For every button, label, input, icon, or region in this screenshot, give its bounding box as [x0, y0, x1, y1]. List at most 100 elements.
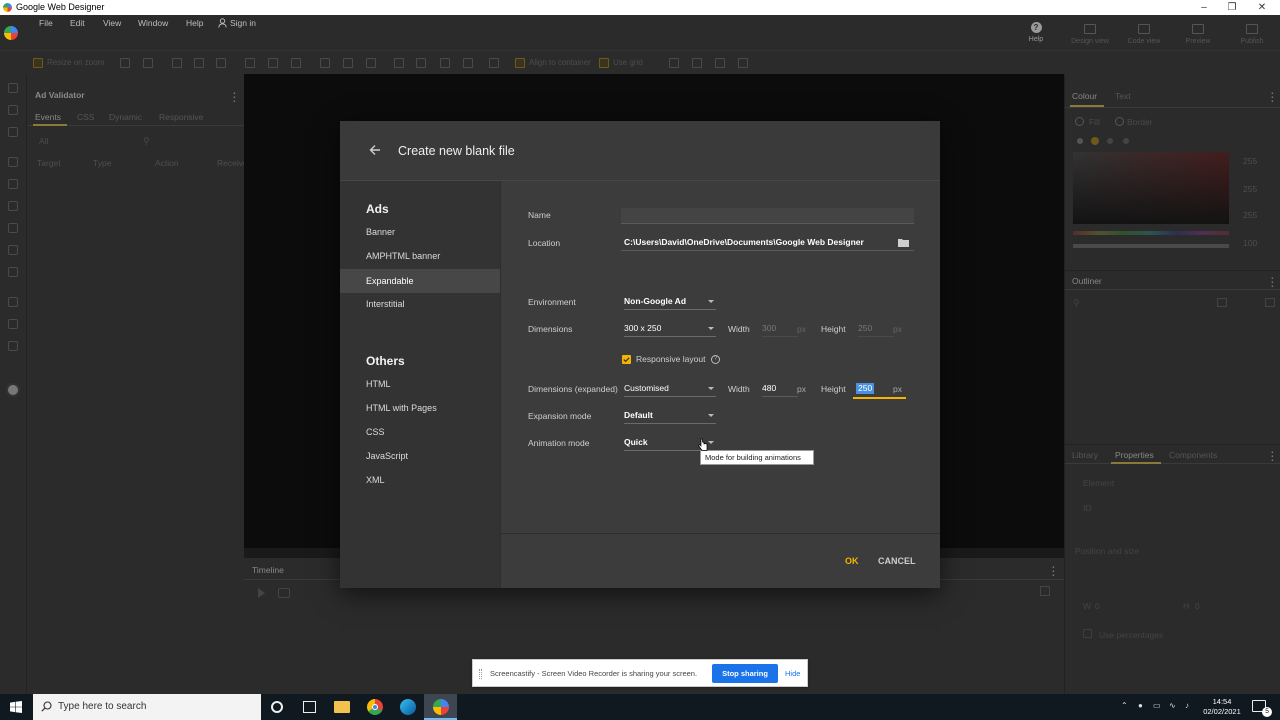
tab-library[interactable]: Library	[1072, 450, 1098, 460]
green-value[interactable]: 255	[1243, 184, 1257, 194]
menu-window[interactable]: Window	[138, 18, 168, 28]
align-top-icon[interactable]	[245, 58, 255, 68]
environment-select[interactable]: Non-Google Ad	[624, 294, 716, 310]
stop-sharing-button[interactable]: Stop sharing	[712, 664, 778, 683]
use-percentages-checkbox[interactable]	[1083, 629, 1092, 638]
select-tool-icon[interactable]	[120, 58, 130, 68]
pen-tool-icon[interactable]	[8, 157, 18, 167]
outliner-menu-icon[interactable]: ...	[1271, 272, 1274, 290]
hue-slider[interactable]	[1073, 231, 1229, 235]
space-icon[interactable]	[366, 58, 376, 68]
expansion-mode-select[interactable]: Default	[624, 408, 716, 424]
crop-tool-icon[interactable]	[143, 58, 153, 68]
tab-events[interactable]: Events	[35, 112, 61, 122]
layout-icon[interactable]	[738, 58, 748, 68]
play-icon[interactable]	[258, 588, 265, 598]
red-value[interactable]: 255	[1243, 156, 1257, 166]
chrome-icon[interactable]	[367, 699, 383, 715]
transform-icon[interactable]	[463, 58, 473, 68]
shape-tool-icon[interactable]	[8, 223, 18, 233]
help-button[interactable]: ? Help	[1011, 22, 1061, 43]
rotate-icon[interactable]	[440, 58, 450, 68]
color-tool-icon[interactable]	[8, 297, 18, 307]
tab-text[interactable]: Text	[1115, 91, 1131, 101]
file-type-html[interactable]: HTML	[340, 372, 500, 396]
align-container-checkbox[interactable]	[515, 58, 525, 68]
align-bottom-icon[interactable]	[291, 58, 301, 68]
maximize-icon[interactable]: ❐	[1218, 0, 1246, 15]
menu-edit[interactable]: Edit	[70, 18, 85, 28]
align-right-icon[interactable]	[216, 58, 226, 68]
expanded-height-input[interactable]: 250	[856, 383, 875, 394]
network-icon[interactable]: ∿	[1169, 701, 1176, 710]
path-tool-icon[interactable]	[8, 179, 18, 189]
ruler-icon[interactable]	[715, 58, 725, 68]
width-input[interactable]: 300	[762, 321, 798, 337]
windows-start-icon[interactable]	[10, 701, 22, 713]
tray-chevron-icon[interactable]: ⌃	[1121, 701, 1128, 710]
blue-value[interactable]: 255	[1243, 210, 1257, 220]
selection-tool-icon[interactable]	[8, 83, 18, 93]
alpha-slider[interactable]	[1073, 244, 1229, 248]
menu-help[interactable]: Help	[186, 18, 203, 28]
height-input[interactable]: 250	[858, 321, 894, 337]
properties-menu-icon[interactable]: ...	[1271, 446, 1274, 464]
menu-file[interactable]: File	[39, 18, 53, 28]
file-type-html-with-pages[interactable]: HTML with Pages	[340, 396, 500, 420]
border-icon[interactable]	[1115, 117, 1124, 126]
file-type-xml[interactable]: XML	[340, 468, 500, 492]
code-view-button[interactable]: Code view	[1119, 24, 1169, 45]
radial-mode-icon[interactable]	[1107, 138, 1113, 144]
ok-button[interactable]: OK	[845, 556, 859, 566]
tab-colour[interactable]: Colour	[1072, 91, 1097, 101]
distribute-v-icon[interactable]	[320, 58, 330, 68]
minimize-icon[interactable]: –	[1190, 0, 1218, 15]
volume-icon[interactable]: ♪	[1185, 701, 1189, 710]
file-type-javascript[interactable]: JavaScript	[340, 444, 500, 468]
tab-dynamic[interactable]: Dynamic	[109, 112, 142, 122]
event-filter-select[interactable]: All	[39, 136, 48, 146]
flip-h-icon[interactable]	[394, 58, 404, 68]
align-middle-icon[interactable]	[268, 58, 278, 68]
hand-tool-icon[interactable]	[8, 319, 18, 329]
outliner-search-icon[interactable]: ⚲	[1073, 298, 1080, 309]
location-input[interactable]: C:\Users\David\OneDrive\Documents\Google…	[621, 235, 914, 251]
outliner-view-icon[interactable]	[1217, 298, 1227, 307]
expanded-dimensions-select[interactable]: Customised	[624, 381, 716, 397]
gwd-taskbar-button[interactable]	[424, 694, 457, 720]
taskbar-search[interactable]: Type here to search	[33, 694, 261, 720]
search-events-icon[interactable]: ⚲	[143, 136, 150, 147]
resize-checkbox[interactable]	[33, 58, 43, 68]
solid-mode-icon[interactable]	[1077, 138, 1083, 144]
edge-icon[interactable]	[400, 699, 416, 715]
file-type-css[interactable]: CSS	[340, 420, 500, 444]
alpha-value[interactable]: 100	[1243, 238, 1257, 248]
tab-responsive[interactable]: Responsive	[159, 112, 203, 122]
expanded-width-input[interactable]: 480	[762, 381, 798, 397]
cancel-button[interactable]: CANCEL	[878, 556, 916, 566]
3d-tool-icon[interactable]	[8, 105, 18, 115]
eyedropper-tool-icon[interactable]	[8, 267, 18, 277]
menu-view[interactable]: View	[103, 18, 121, 28]
preview-button[interactable]: Preview	[1173, 24, 1223, 45]
panel-menu-icon[interactable]: ...	[233, 87, 236, 105]
back-arrow-icon[interactable]	[368, 143, 382, 157]
tag-tool-icon[interactable]	[8, 127, 18, 137]
w-value[interactable]: 0	[1095, 601, 1100, 611]
snap-icon[interactable]	[669, 58, 679, 68]
file-type-amphtml-banner[interactable]: AMPHTML banner	[340, 244, 500, 268]
fill-icon[interactable]	[1075, 117, 1084, 126]
tray-clock[interactable]: 14:54 02/02/2021	[1203, 697, 1241, 717]
zoom-tool-icon[interactable]	[8, 341, 18, 351]
design-view-button[interactable]: Design view	[1065, 24, 1115, 45]
align-center-icon[interactable]	[194, 58, 204, 68]
task-view-icon[interactable]	[303, 701, 316, 713]
no-fill-icon[interactable]	[1123, 138, 1129, 144]
linear-mode-icon[interactable]	[1091, 137, 1099, 145]
tab-components[interactable]: Components	[1169, 450, 1217, 460]
name-input[interactable]	[621, 208, 914, 224]
fill-tool-icon[interactable]	[8, 245, 18, 255]
microphone-icon[interactable]: ●	[1138, 701, 1143, 710]
file-explorer-icon[interactable]	[334, 701, 350, 713]
help-circle-icon[interactable]: ?	[711, 355, 720, 364]
